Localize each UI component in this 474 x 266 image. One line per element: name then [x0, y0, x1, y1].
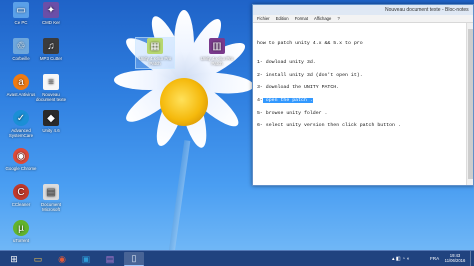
menu-help[interactable]: ?: [338, 16, 340, 21]
desktop-icon-label: Unity 4.6: [42, 128, 60, 133]
notepad-menubar: Fichier Edition Format Affichage ?: [253, 15, 473, 23]
desktop-icon-cmd[interactable]: ✦ CMD Ker: [32, 2, 70, 25]
desktop-icon-label: uTorrent: [12, 238, 30, 243]
desktop-icon-label: CMD Ker: [41, 20, 61, 25]
notepad-text-area[interactable]: how to patch unity 4.x && 5.x to pro 1- …: [253, 23, 466, 185]
show-desktop-button[interactable]: [470, 251, 474, 266]
desktop-icon-label: Unity 4.x-5.x Pro Patch: [138, 56, 172, 66]
desktop-icon-mp3-cutter[interactable]: ♫ MP3 Cutter: [32, 38, 70, 61]
notepad-icon[interactable]: ▯: [124, 252, 144, 266]
tray-icons[interactable]: ▴ ◧ ◔ ◖: [392, 256, 409, 262]
line-prefix: 4-: [257, 97, 263, 103]
computer-icon: ▭: [13, 2, 29, 18]
desktop-icon-label: MP3 Cutter: [39, 56, 63, 61]
notepad-scrollbar[interactable]: [466, 23, 473, 185]
desktop-icon-label: Nouveau document texte: [35, 92, 67, 102]
notepad-window[interactable]: Nouveau document texte - Bloc-notes Fich…: [252, 4, 474, 186]
menu-edition[interactable]: Edition: [276, 16, 289, 21]
selected-text: open the patch .: [262, 97, 313, 103]
ccleaner-icon: C: [13, 184, 29, 200]
language-indicator[interactable]: FRA: [430, 256, 439, 261]
text-line: 6- select unity version then click patch…: [257, 123, 401, 129]
desktop-icon-google-chrome[interactable]: ◉ Google Chrome: [2, 148, 40, 171]
patch-icon: ▦: [147, 38, 163, 54]
text-document-icon: ≡: [43, 74, 59, 90]
desktop-icon-text-document[interactable]: ≡ Nouveau document texte: [32, 74, 70, 102]
taskbar: ⊞ ▭ ◉ ▣ ▤ ▯ ▴ ◧ ◔ ◖ FRA 19:43 11/06/2016: [0, 250, 474, 266]
systemcare-icon: ✓: [13, 110, 29, 126]
menu-affichage[interactable]: Affichage: [314, 16, 331, 21]
chrome-icon: ◉: [13, 148, 29, 164]
clock-date: 11/06/2016: [444, 258, 466, 263]
menu-fichier[interactable]: Fichier: [257, 16, 270, 21]
archive-icon[interactable]: ▤: [100, 252, 120, 266]
audio-icon: ♫: [43, 38, 59, 54]
file-explorer-icon[interactable]: ▭: [28, 252, 48, 266]
flower-center: [160, 78, 208, 126]
chrome-icon[interactable]: ◉: [52, 252, 72, 266]
desktop-icon-unity-patch-archive[interactable]: ▥ Unity 4.x-5.x Pro Patch: [198, 38, 236, 66]
unity-icon: ◆: [43, 110, 59, 126]
system-tray: ▴ ◧ ◔ ◖ FRA 19:43 11/06/2016: [390, 251, 474, 266]
desktop-icon-unity-patch[interactable]: ▦ Unity 4.x-5.x Pro Patch: [135, 37, 175, 69]
rar-archive-icon: ▥: [209, 38, 225, 54]
desktop-icon-utorrent[interactable]: µ uTorrent: [2, 220, 40, 243]
desktop-icon-label: Unity 4.x-5.x Pro Patch: [200, 56, 234, 66]
desktop-icon-label: Document Microsoft: [40, 202, 61, 212]
notepad-titlebar[interactable]: Nouveau document texte - Bloc-notes: [253, 5, 473, 15]
utorrent-icon: µ: [13, 220, 29, 236]
desktop-icon-unity[interactable]: ◆ Unity 4.6: [32, 110, 70, 133]
recycle-bin-icon: ♲: [13, 38, 29, 54]
scrollbar-thumb[interactable]: [468, 29, 473, 179]
start-button[interactable]: ⊞: [4, 252, 24, 266]
clock[interactable]: 19:43 11/06/2016: [442, 253, 468, 263]
app-icon: ✦: [43, 2, 59, 18]
document-icon: ▤: [43, 184, 59, 200]
notepad-title: Nouveau document texte - Bloc-notes: [385, 7, 469, 13]
flower-stem: [167, 140, 191, 250]
desktop-icon-document[interactable]: ▤ Document Microsoft: [32, 184, 70, 212]
antivirus-icon: a: [13, 74, 29, 90]
menu-format[interactable]: Format: [295, 16, 308, 21]
windows-store-icon[interactable]: ▣: [76, 252, 96, 266]
desktop-icon-label: Google Chrome: [5, 166, 37, 171]
